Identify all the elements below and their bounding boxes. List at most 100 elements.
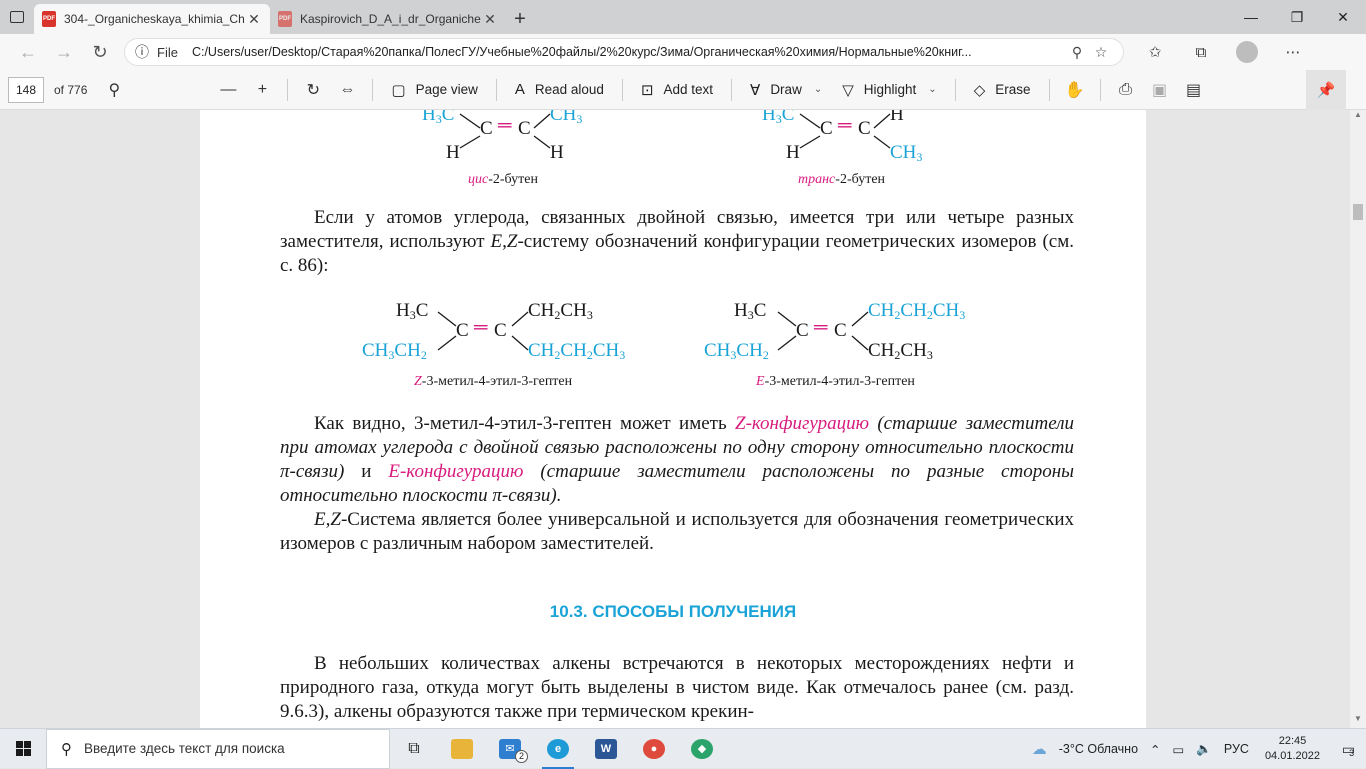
scroll-thumb[interactable] (1353, 204, 1363, 220)
divider (372, 78, 374, 101)
tab-2[interactable]: PDF Kaspirovich_D_A_i_dr_Organiche ✕ (270, 4, 506, 34)
pdf-viewer[interactable]: H3C C ═ C CH3 H H цис-2-бутен H3C C ═ C … (0, 110, 1350, 728)
mail-icon[interactable]: ✉ 2 (486, 729, 534, 769)
volume-icon[interactable]: 🔈 (1190, 742, 1218, 757)
save-icon[interactable]: ▣ (1143, 80, 1177, 100)
new-tab-button[interactable]: + (506, 4, 534, 34)
e-heptene-structure: H3C CH3CH2 C ═ C CH2CH2CH3 CH2CH3 (704, 300, 966, 362)
window-controls: — ❐ ✕ (1228, 0, 1366, 34)
bond-lines (459, 113, 551, 149)
forward-arrow-icon[interactable]: → (46, 34, 82, 70)
paragraph-ez-universal: E,Z-Система является более универсальной… (280, 509, 1074, 554)
tab-title: Kaspirovich_D_A_i_dr_Organiche (300, 12, 481, 26)
z-caption: Z-3-метил-4-этил-3-гептен (414, 374, 573, 389)
minimize-icon[interactable]: — (1228, 0, 1274, 34)
rotate-icon[interactable]: ↻ (296, 80, 330, 100)
draw-button[interactable]: ∀ Draw ⌄ (740, 74, 832, 106)
scroll-up-icon[interactable]: ▲ (1350, 110, 1366, 124)
pdf-icon: PDF (42, 11, 56, 27)
chevron-up-icon[interactable]: ⌃ (1144, 742, 1166, 757)
more-icon[interactable]: ⋯ (1270, 34, 1316, 70)
app-icon[interactable]: ◆ (678, 729, 726, 769)
cloud-icon[interactable]: ☁ (1026, 740, 1053, 758)
highlight-icon: ▽ (842, 81, 854, 99)
print-icon[interactable]: ⎙ (1109, 81, 1143, 99)
page-count: of 776 (54, 82, 88, 97)
erase-label: Erase (995, 82, 1031, 97)
bond-lines (437, 311, 529, 351)
start-button[interactable] (0, 729, 46, 769)
system-tray: ☁ -3°C Облачно ⌃ ▭ 🔈 РУС 22:45 04.01.202… (1026, 729, 1366, 769)
cis-caption: цис-2-бутен (468, 172, 538, 187)
erase-button[interactable]: ◇ Erase (964, 74, 1041, 106)
save-as-icon[interactable]: ▤ (1177, 80, 1211, 100)
tab-bar: PDF 304-_Organicheskaya_khimia_Ch ✕ PDF … (0, 0, 1366, 34)
favorites-icon[interactable]: ✩ (1132, 34, 1178, 70)
restore-icon[interactable]: ❐ (1274, 0, 1320, 34)
pin-toolbar-icon[interactable]: 📌 (1306, 69, 1346, 110)
add-text-button[interactable]: ⊡ Add text (631, 74, 723, 106)
close-window-icon[interactable]: ✕ (1320, 0, 1366, 34)
taskbar-search[interactable]: ⚲ Введите здесь текст для поиска (46, 728, 390, 769)
close-icon[interactable]: ✕ (482, 11, 498, 28)
read-aloud-button[interactable]: A Read aloud (505, 74, 614, 106)
pdf-icon: PDF (278, 11, 292, 27)
highlight-button[interactable]: ▽ Highlight ⌄ (832, 74, 946, 106)
edge-icon[interactable]: e (534, 729, 582, 769)
info-icon[interactable]: ⓘ (135, 42, 149, 62)
weather-text[interactable]: -3°C Облачно (1053, 742, 1144, 756)
back-arrow-icon[interactable]: ← (10, 34, 46, 70)
windows-icon (15, 741, 31, 756)
url-field[interactable]: ⓘ File C:/Users/user/Desktop/Старая%20па… (124, 38, 1124, 66)
refresh-icon[interactable]: ↻ (82, 34, 118, 70)
z-heptene-structure: H3C CH3CH2 C ═ C CH2CH3 CH2CH2CH3 (362, 300, 626, 362)
e-caption: E-3-метил-4-этил-3-гептен (756, 374, 915, 389)
page-view-label: Page view (415, 82, 478, 97)
chevron-down-icon[interactable]: ⌄ (814, 84, 822, 95)
add-text-label: Add text (663, 82, 714, 97)
tab-actions-button[interactable] (0, 0, 34, 34)
close-icon[interactable]: ✕ (246, 11, 262, 28)
bond-lines (799, 113, 891, 149)
zoom-icon[interactable]: ⚲ (1065, 44, 1089, 61)
bond-lines (777, 311, 869, 351)
address-bar: ← → ↻ ⓘ File C:/Users/user/Desktop/Стара… (0, 34, 1366, 70)
fit-page-icon[interactable]: ⇔ (330, 81, 364, 99)
search-icon[interactable]: ⚲ (97, 80, 131, 100)
paragraph-ez-intro: Если у атомов углерода, связанных двойно… (280, 207, 1075, 276)
eraser-icon: ◇ (973, 81, 986, 99)
scroll-down-icon[interactable]: ▼ (1350, 714, 1366, 728)
tab-title: 304-_Organicheskaya_khimia_Ch (64, 12, 245, 26)
task-view-icon[interactable]: ⧉ (390, 729, 438, 769)
network-icon[interactable]: ▭ (1167, 742, 1191, 757)
search-icon: ⚲ (61, 740, 72, 758)
section-heading: 10.3. СПОСОБЫ ПОЛУЧЕНИЯ (549, 602, 797, 621)
add-favorite-icon[interactable]: ☆ (1089, 44, 1113, 61)
notification-icon[interactable]: ▭ 3 (1330, 729, 1366, 769)
language-indicator[interactable]: РУС (1218, 742, 1255, 756)
file-explorer-icon[interactable] (438, 729, 486, 769)
highlight-label: Highlight (863, 82, 917, 97)
clock[interactable]: 22:45 04.01.2022 (1255, 734, 1330, 764)
chevron-down-icon[interactable]: ⌄ (928, 84, 936, 95)
url-text[interactable]: C:/Users/user/Desktop/Старая%20папка/Пол… (192, 45, 1065, 59)
chrome-icon[interactable]: ● (630, 729, 678, 769)
file-label: File (157, 44, 178, 60)
pdf-page: H3C C ═ C CH3 H H цис-2-бутен H3C C ═ C … (200, 110, 1146, 728)
avatar[interactable] (1236, 41, 1258, 63)
zoom-out-icon[interactable]: — (211, 81, 245, 99)
divider (621, 78, 623, 101)
zoom-in-icon[interactable]: + (245, 81, 279, 99)
draw-label: Draw (770, 82, 802, 97)
trans-caption: транс-2-бутен (798, 172, 886, 187)
mail-badge: 2 (515, 749, 528, 763)
word-icon[interactable]: W (582, 729, 630, 769)
clock-time: 22:45 (1278, 735, 1307, 747)
touch-icon[interactable]: ✋ (1058, 80, 1092, 100)
collections-icon[interactable]: ⧉ (1178, 34, 1224, 70)
paragraph-preparation: В небольших количествах алкены встречают… (280, 653, 1074, 722)
page-view-button[interactable]: ▢ Page view (381, 74, 487, 106)
page-number-input[interactable]: 148 (8, 76, 44, 103)
vertical-scrollbar[interactable]: ▲ ▼ (1350, 110, 1366, 728)
tab-1[interactable]: PDF 304-_Organicheskaya_khimia_Ch ✕ (34, 4, 270, 34)
